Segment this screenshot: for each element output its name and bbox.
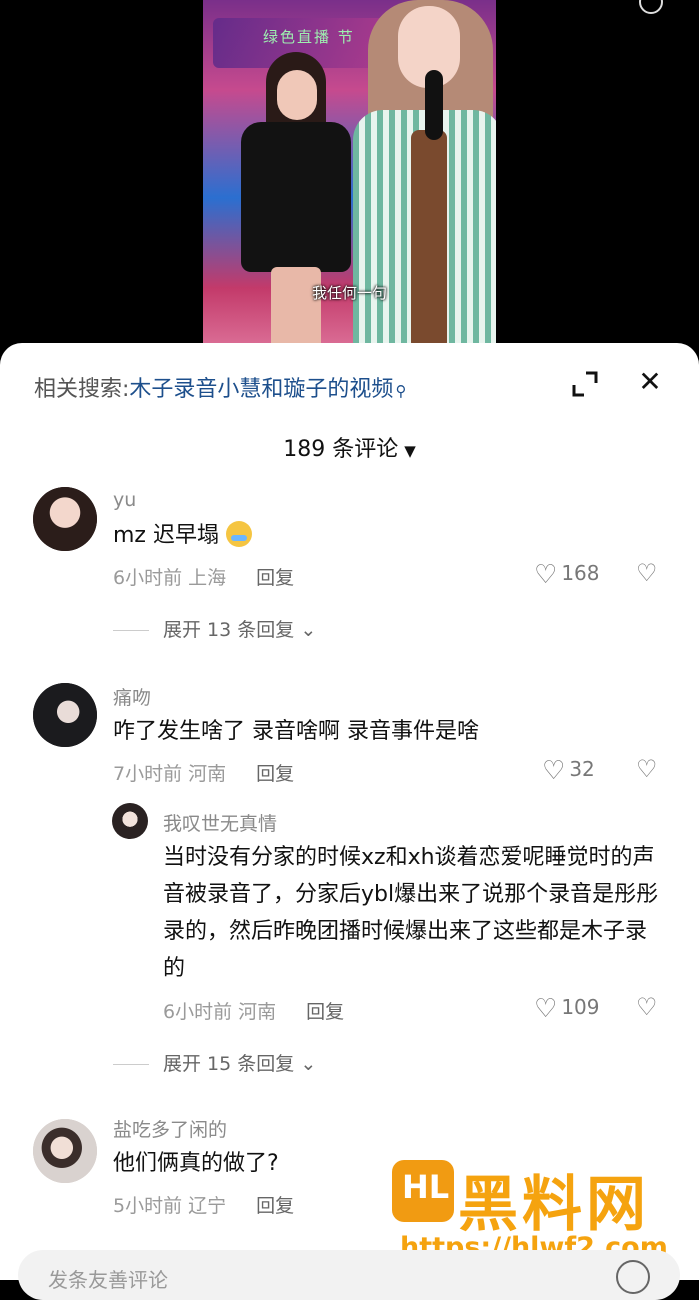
caret-down-icon: ▼ [404, 442, 416, 460]
comment-input-placeholder: 发条友善评论 [48, 1268, 168, 1292]
heart-icon: ♡ [542, 756, 566, 786]
avatar[interactable] [33, 683, 97, 747]
comment-text: mz 迟早塌 [113, 517, 673, 554]
comment-meta: 6小时前 河南 回复 [163, 997, 344, 1024]
search-icon[interactable] [639, 0, 663, 14]
avatar[interactable] [112, 803, 148, 839]
watermark-title: 黑料网 [458, 1170, 650, 1240]
like-count: 109 [561, 995, 600, 1019]
comment-location: 上海 [188, 567, 227, 589]
comment-time: 6小时前 [163, 1001, 233, 1023]
emoji-icon[interactable] [616, 1260, 650, 1294]
comment-count[interactable]: 189 条评论 ▼ [0, 431, 699, 463]
close-button[interactable]: ✕ [633, 365, 667, 399]
comment-username[interactable]: 我叹世无真情 [163, 809, 277, 836]
like-count: 168 [561, 561, 600, 585]
video-player[interactable]: 绿色直播 节 我任何一句 [0, 0, 699, 360]
comment-input[interactable]: 发条友善评论 [18, 1250, 680, 1300]
dislike-button[interactable]: ♡ [636, 755, 658, 783]
video-frame: 绿色直播 节 我任何一句 [203, 0, 496, 360]
expand-icon [572, 371, 598, 397]
comment-meta: 6小时前 上海 回复 [113, 563, 294, 590]
chevron-down-icon: ⌄ [300, 1053, 317, 1075]
video-caption: 我任何一句 [311, 284, 387, 302]
watermark-logo-icon: HL [392, 1160, 454, 1222]
related-search-prefix: 相关搜索: [34, 377, 130, 402]
comment-panel: 相关搜索:木子录音小慧和璇子的视频 ⚲ ✕ 189 条评论 ▼ yu mz 迟早塌 … [0, 343, 699, 1280]
video-person-left [231, 52, 361, 357]
reply-button[interactable]: 回复 [256, 763, 294, 785]
expand-replies-button[interactable]: 展开 13 条回复 ⌄ [113, 615, 316, 642]
video-person-right [353, 0, 496, 360]
search-icon: ⚲ [395, 382, 407, 400]
comment-location: 河南 [188, 763, 227, 785]
reply-button[interactable]: 回复 [256, 1195, 294, 1217]
dislike-button[interactable]: ♡ [636, 559, 658, 587]
stage-banner-text: 绿色直播 节 [263, 28, 355, 46]
comment-username[interactable]: 痛吻 [113, 683, 151, 710]
dislike-button[interactable]: ♡ [636, 993, 658, 1021]
crying-laughing-emoji-icon [225, 521, 252, 547]
reply-button[interactable]: 回复 [256, 567, 294, 589]
like-button[interactable]: ♡ 168 [534, 560, 600, 590]
avatar[interactable] [33, 1119, 97, 1183]
heart-icon: ♡ [534, 994, 558, 1024]
comment-time: 5小时前 [113, 1195, 183, 1217]
comment-time: 6小时前 [113, 567, 183, 589]
like-count: 32 [569, 757, 595, 781]
comment-meta: 5小时前 辽宁 回复 [113, 1191, 294, 1218]
avatar[interactable] [33, 487, 97, 551]
broken-heart-icon: ♡ [636, 755, 658, 783]
like-button[interactable]: ♡ 109 [534, 994, 600, 1024]
related-search-query[interactable]: 木子录音小慧和璇子的视频 [129, 377, 393, 402]
close-icon: ✕ [638, 365, 662, 398]
comment-text: 咋了发生啥了 录音啥啊 录音事件是啥 [113, 719, 479, 744]
fullscreen-button[interactable] [568, 367, 602, 401]
broken-heart-icon: ♡ [636, 559, 658, 587]
heart-icon: ♡ [534, 560, 558, 590]
related-search[interactable]: 相关搜索:木子录音小慧和璇子的视频 ⚲ [34, 371, 406, 403]
comment-location: 河南 [238, 1001, 277, 1023]
comment-text: 当时没有分家的时候xz和xh谈着恋爱呢睡觉时的声音被录音了，分家后ybl爆出来了… [163, 845, 659, 981]
comment-username[interactable]: yu [113, 489, 136, 511]
comment-meta: 7小时前 河南 回复 [113, 759, 294, 786]
comment-username[interactable]: 盐吃多了闲的 [113, 1115, 227, 1142]
chevron-down-icon: ⌄ [300, 619, 317, 641]
expand-replies-button[interactable]: 展开 15 条回复 ⌄ [113, 1049, 316, 1076]
comment-location: 辽宁 [188, 1195, 227, 1217]
reply-button[interactable]: 回复 [306, 1001, 344, 1023]
broken-heart-icon: ♡ [636, 993, 658, 1021]
like-button[interactable]: ♡ 32 [542, 756, 595, 786]
comment-time: 7小时前 [113, 763, 183, 785]
